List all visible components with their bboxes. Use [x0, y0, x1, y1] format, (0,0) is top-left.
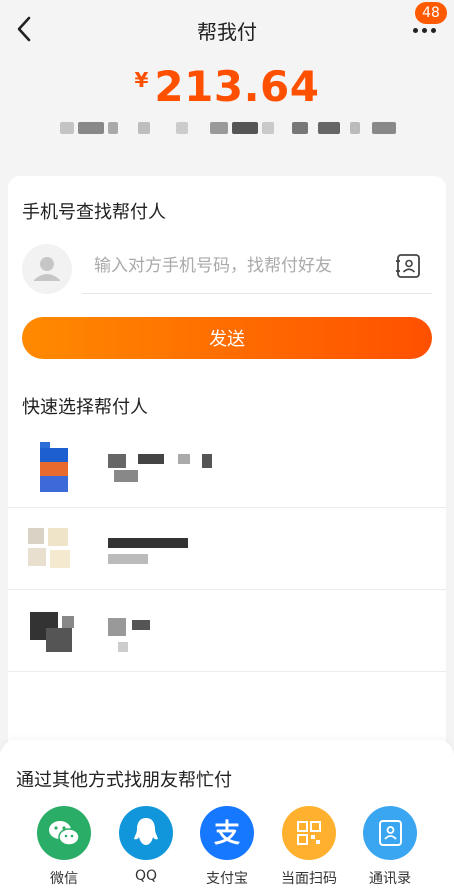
- friend-name-blurred: [108, 530, 228, 570]
- svg-text:支: 支: [214, 819, 240, 849]
- avatar: [26, 522, 82, 578]
- share-label: QQ: [134, 868, 158, 884]
- more-dot: [431, 28, 436, 33]
- share-label: 通讯录: [369, 871, 411, 887]
- share-label: 当面扫码: [281, 871, 337, 887]
- share-wechat-button[interactable]: 微信: [24, 806, 104, 892]
- page-title: 帮我付: [197, 20, 257, 44]
- share-label: 微信: [50, 871, 78, 887]
- phone-input[interactable]: [82, 240, 382, 292]
- share-sheet: 通过其他方式找朋友帮忙付 微信 QQ 支 支付宝 当面扫码 通讯录: [0, 740, 454, 896]
- wechat-icon: [37, 806, 91, 860]
- qr-scan-icon: [282, 806, 336, 860]
- quick-select-title: 快速选择帮付人: [22, 397, 148, 418]
- avatar: [26, 604, 82, 660]
- currency-symbol: ¥: [134, 68, 149, 92]
- address-book-icon[interactable]: [394, 252, 422, 280]
- friend-name-blurred: [108, 448, 228, 488]
- more-dots-icon: [413, 28, 418, 33]
- contacts-icon: [363, 806, 417, 860]
- share-label: 支付宝: [206, 871, 248, 887]
- phone-input-field: [82, 240, 432, 294]
- list-item[interactable]: [8, 510, 446, 590]
- avatar: [26, 440, 82, 496]
- share-contacts-button[interactable]: 通讯录: [350, 806, 430, 892]
- user-icon: [34, 257, 60, 281]
- alipay-icon: 支: [200, 806, 254, 860]
- amount-value: 213.64: [154, 62, 320, 111]
- header-bar: 帮我付 48: [0, 0, 454, 60]
- avatar: [22, 244, 72, 294]
- share-alipay-button[interactable]: 支 支付宝: [187, 806, 267, 892]
- friend-name-blurred: [108, 612, 228, 652]
- more-dot: [422, 28, 427, 33]
- list-item[interactable]: [8, 592, 446, 672]
- share-sheet-title: 通过其他方式找朋友帮忙付: [16, 770, 232, 791]
- qq-icon: [119, 806, 173, 860]
- phone-search-title: 手机号查找帮付人: [22, 202, 166, 223]
- payment-amount: ¥213.64: [0, 62, 454, 111]
- notification-badge: 48: [415, 2, 447, 24]
- blurred-order-info: [60, 120, 400, 138]
- send-button[interactable]: 发送: [22, 317, 432, 359]
- share-qq-button[interactable]: QQ: [106, 806, 186, 892]
- list-item[interactable]: [8, 428, 446, 508]
- share-qrcode-button[interactable]: 当面扫码: [269, 806, 349, 892]
